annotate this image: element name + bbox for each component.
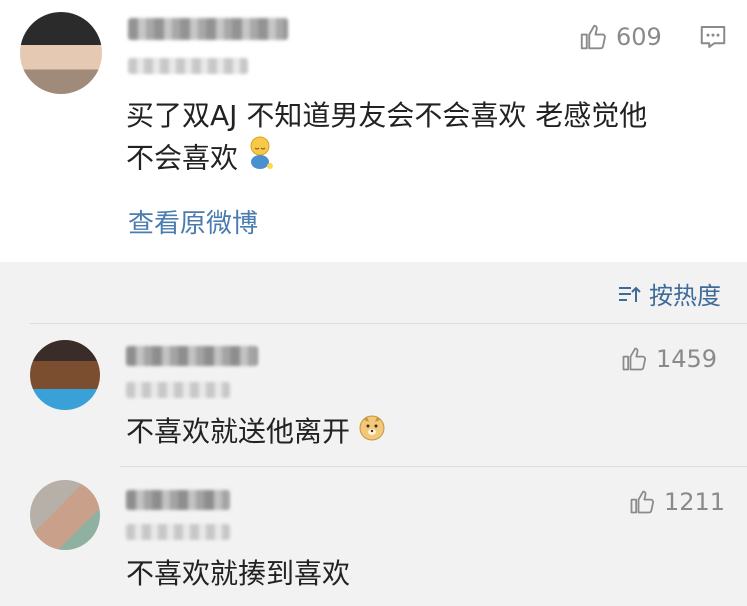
username[interactable] <box>128 18 288 40</box>
post-text-line1: 买了双AJ 不知道男友会不会喜欢 老感觉他 <box>126 99 648 132</box>
comment-button[interactable] <box>698 22 728 56</box>
sort-label: 按热度 <box>649 282 721 310</box>
username[interactable] <box>126 490 230 510</box>
like-button[interactable]: 1211 <box>628 488 725 516</box>
like-count: 609 <box>616 23 662 51</box>
timestamp <box>126 524 230 540</box>
username[interactable] <box>126 346 258 366</box>
sort-by-hot-button[interactable]: 按热度 <box>617 276 721 311</box>
avatar[interactable] <box>30 480 100 550</box>
doge-emoji-icon <box>358 411 386 455</box>
divider <box>30 323 747 324</box>
thumbs-up-icon <box>630 490 654 514</box>
post-text-line2-content: 不会喜欢 <box>126 141 239 175</box>
like-count: 1211 <box>664 488 726 516</box>
timestamp <box>126 382 230 398</box>
timestamp <box>128 58 248 74</box>
like-count: 1459 <box>656 345 718 373</box>
comment-text: 不喜欢就送他离开 <box>126 410 386 455</box>
divider <box>120 466 747 467</box>
view-original-link[interactable]: 查看原微博 <box>128 203 258 240</box>
comment-text: 不喜欢就揍到喜欢 <box>126 557 351 590</box>
thumbs-up-icon <box>580 24 606 50</box>
post-text-line2: 不会喜欢 <box>126 136 274 183</box>
thumbs-up-icon <box>622 347 646 371</box>
main-post: 609 买了双AJ 不知道男友会不会喜欢 老感觉他 不会喜欢 查看原微博 <box>0 0 747 262</box>
like-button[interactable]: 609 <box>578 22 662 52</box>
shy-emoji-icon <box>246 136 274 183</box>
avatar[interactable] <box>30 340 100 410</box>
comment-icon <box>700 26 726 48</box>
sort-icon <box>619 286 641 302</box>
like-button[interactable]: 1459 <box>620 345 717 373</box>
comment-text-content: 不喜欢就送他离开 <box>126 415 351 448</box>
avatar[interactable] <box>20 12 102 94</box>
